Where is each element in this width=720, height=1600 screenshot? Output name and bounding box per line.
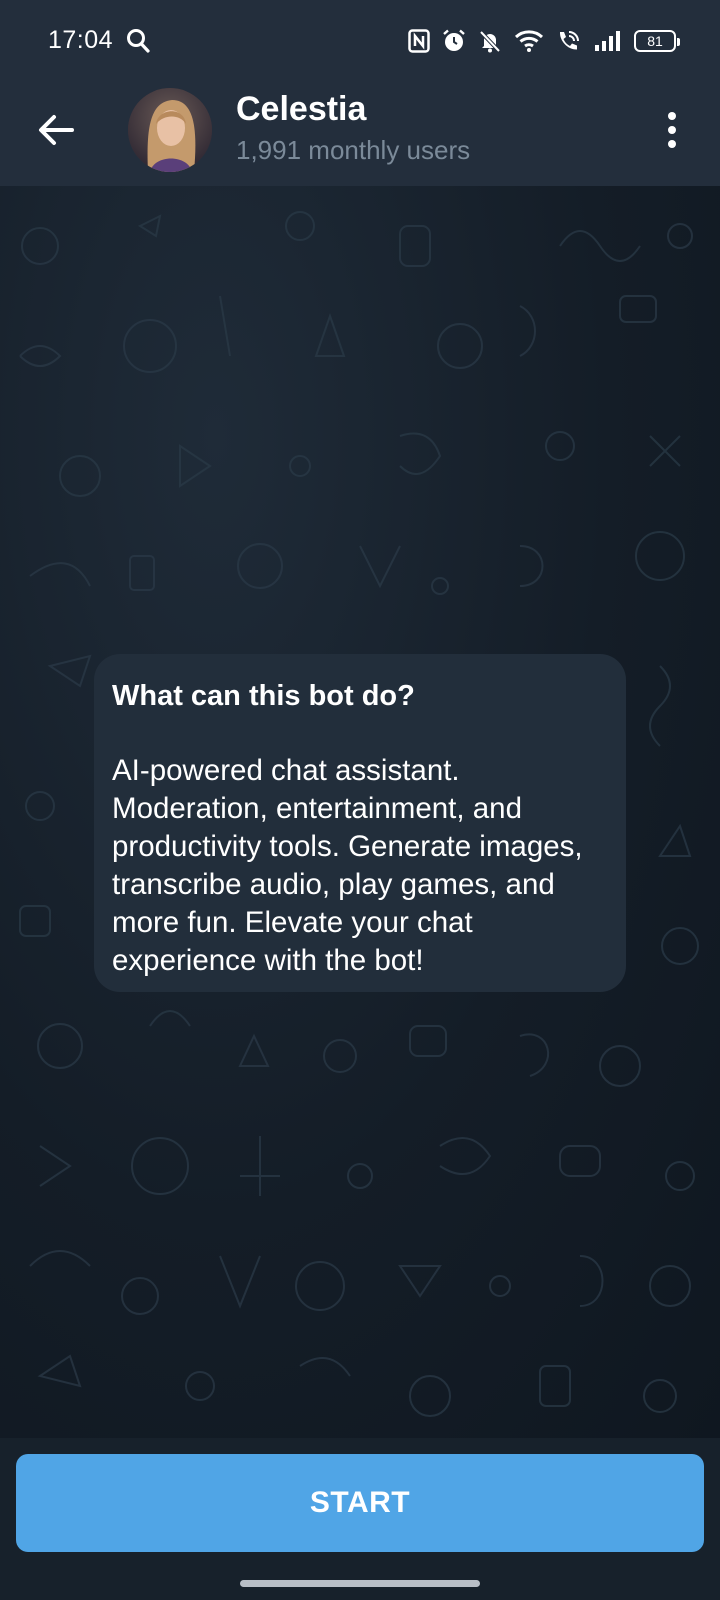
start-button[interactable]: START bbox=[16, 1454, 704, 1552]
battery-icon: 81 bbox=[634, 30, 680, 52]
bot-info-bubble: What can this bot do? AI-powered chat as… bbox=[94, 654, 626, 992]
more-vertical-icon-dot bbox=[668, 126, 676, 134]
signal-icon bbox=[595, 31, 620, 51]
chat-area[interactable]: What can this bot do? AI-powered chat as… bbox=[0, 186, 720, 1438]
telegram-bot-chat-screen: 17:04 81 Celestia 1,991 monthly users Wh… bbox=[0, 0, 720, 1600]
search-icon bbox=[127, 29, 150, 53]
nfc-icon bbox=[408, 29, 430, 53]
chat-header: Celestia 1,991 monthly users bbox=[0, 82, 720, 186]
mute-icon bbox=[479, 30, 501, 53]
more-menu-button[interactable] bbox=[654, 106, 690, 154]
status-bar: 17:04 81 bbox=[0, 0, 720, 82]
status-time: 17:04 bbox=[48, 26, 114, 54]
bot-subtitle: 1,991 monthly users bbox=[236, 135, 471, 165]
bot-info-description: AI-powered chat assistant. Moderation, e… bbox=[112, 754, 583, 977]
bot-info-title: What can this bot do? bbox=[112, 680, 415, 712]
wifi-call-icon bbox=[559, 31, 579, 50]
avatar[interactable] bbox=[128, 88, 212, 172]
status-icons: 81 bbox=[408, 26, 680, 56]
more-vertical-icon-dot bbox=[668, 140, 676, 148]
bot-name[interactable]: Celestia bbox=[236, 90, 366, 129]
arrow-left-icon bbox=[39, 115, 74, 145]
more-vertical-icon bbox=[668, 112, 676, 120]
alarm-icon bbox=[443, 29, 465, 51]
battery-level: 81 bbox=[647, 33, 663, 49]
home-indicator[interactable] bbox=[240, 1580, 480, 1587]
wifi-icon bbox=[514, 30, 544, 52]
avatar-image bbox=[128, 88, 212, 172]
back-button[interactable] bbox=[30, 104, 82, 156]
bottom-bar: START bbox=[0, 1438, 720, 1600]
